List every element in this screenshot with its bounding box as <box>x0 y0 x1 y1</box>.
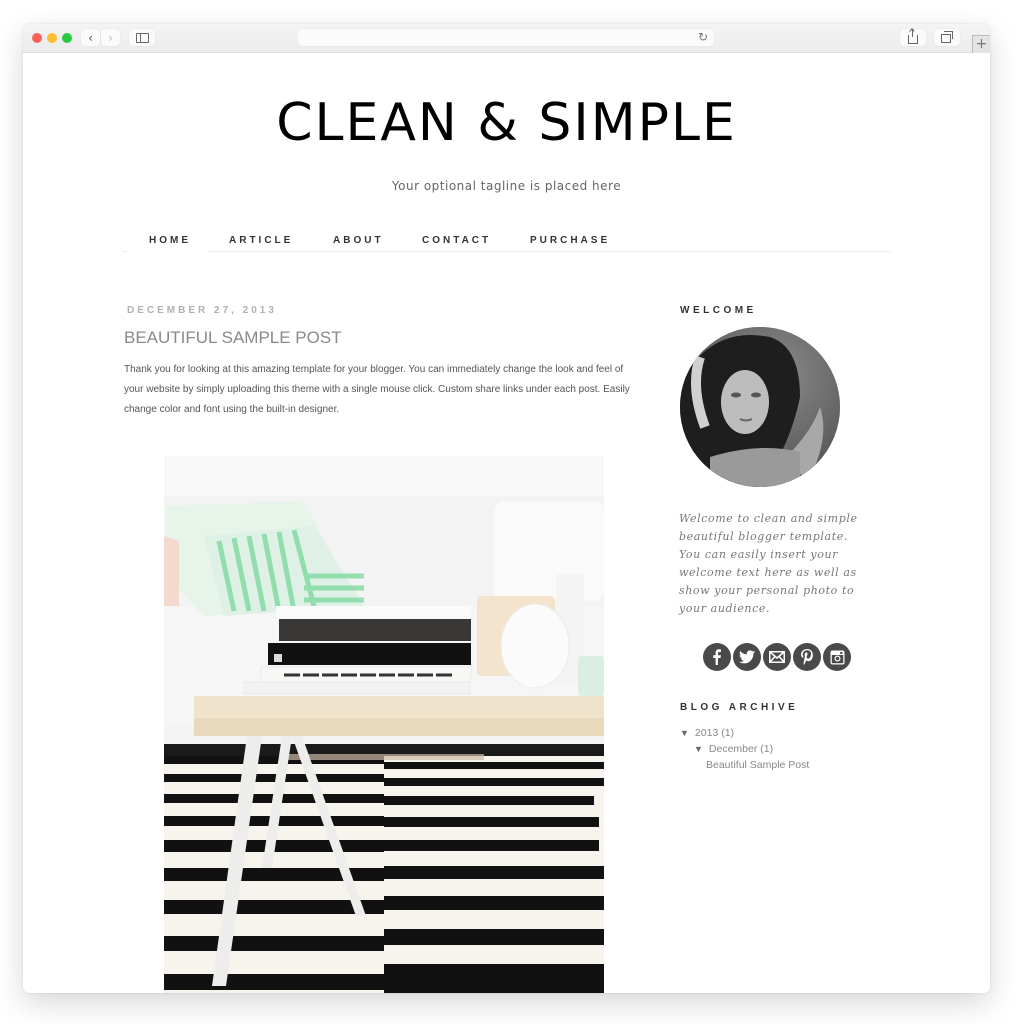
welcome-text: Welcome to clean and simple beautiful bl… <box>679 512 858 615</box>
forward-button[interactable]: › <box>101 29 120 46</box>
chevron-right-icon: › <box>108 30 113 45</box>
email-icon <box>769 651 785 663</box>
archive-widget-title: BLOG ARCHIVE <box>680 702 799 713</box>
archive-post-link[interactable]: Beautiful Sample Post <box>680 757 809 773</box>
share-button[interactable] <box>900 29 926 46</box>
post-title[interactable]: BEAUTIFUL SAMPLE POST <box>124 328 342 348</box>
archive-year[interactable]: ▼ 2013 (1) <box>680 725 809 741</box>
instagram-button[interactable] <box>823 643 851 671</box>
post-date: DECEMBER 27, 2013 <box>127 305 277 316</box>
pinterest-icon <box>801 649 813 665</box>
share-icon <box>908 29 918 44</box>
site-tagline: Your optional tagline is placed here <box>391 179 622 193</box>
minimize-window-button[interactable] <box>47 33 57 43</box>
nav-about[interactable]: ABOUT <box>333 235 384 246</box>
browser-toolbar: ‹ › ↻ + <box>23 24 990 53</box>
nav-article[interactable]: ARTICLE <box>229 235 293 246</box>
archive-year-label[interactable]: 2013 <box>695 727 718 739</box>
sidebar-toggle-button[interactable] <box>129 29 155 46</box>
post-body: Thank you for looking at this amazing te… <box>124 364 630 415</box>
avatar <box>680 327 840 487</box>
blog-archive: ▼ 2013 (1) ▼ December (1) Beautiful Sample… <box>680 725 809 773</box>
blog-page: CLEAN & SIMPLE Your optional tagline is … <box>23 53 990 993</box>
pinterest-button[interactable] <box>793 643 821 671</box>
welcome-widget-title: WELCOME <box>680 305 757 316</box>
site-title[interactable]: CLEAN & SIMPLE <box>23 93 990 153</box>
archive-year-count: (1) <box>721 727 735 739</box>
browser-window: ‹ › ↻ + CLEAN & SIMPLE Your optional tag… <box>23 24 990 993</box>
nav-contact[interactable]: CONTACT <box>422 235 491 246</box>
nav-home[interactable]: HOME <box>127 235 209 253</box>
main-nav: HOME ARTICLE ABOUT CONTACT PURCHASE <box>123 233 891 253</box>
expand-triangle-icon[interactable]: ▼ <box>694 744 703 754</box>
profile-photo <box>680 327 840 487</box>
zoom-window-button[interactable] <box>62 33 72 43</box>
chevron-left-icon: ‹ <box>88 30 93 45</box>
archive-month[interactable]: ▼ December (1) <box>680 741 809 757</box>
post-image <box>164 456 604 993</box>
twitter-icon <box>739 650 755 664</box>
back-button[interactable]: ‹ <box>81 29 100 46</box>
facebook-button[interactable] <box>703 643 731 671</box>
expand-triangle-icon[interactable]: ▼ <box>680 728 689 738</box>
tabs-icon <box>941 31 953 43</box>
instagram-icon <box>830 650 844 664</box>
reload-icon[interactable]: ↻ <box>698 29 708 46</box>
archive-month-count: (1) <box>760 743 774 755</box>
address-bar[interactable]: ↻ <box>298 29 714 46</box>
archive-month-label[interactable]: December <box>709 743 757 755</box>
nav-purchase[interactable]: PURCHASE <box>530 235 610 246</box>
sidebar-icon <box>135 32 149 43</box>
post-photo <box>164 456 604 993</box>
social-links <box>703 643 851 671</box>
facebook-icon <box>713 649 721 665</box>
new-tab-button[interactable]: + <box>972 35 990 53</box>
tab-overview-button[interactable] <box>934 29 960 46</box>
close-window-button[interactable] <box>32 33 42 43</box>
email-button[interactable] <box>763 643 791 671</box>
twitter-button[interactable] <box>733 643 761 671</box>
